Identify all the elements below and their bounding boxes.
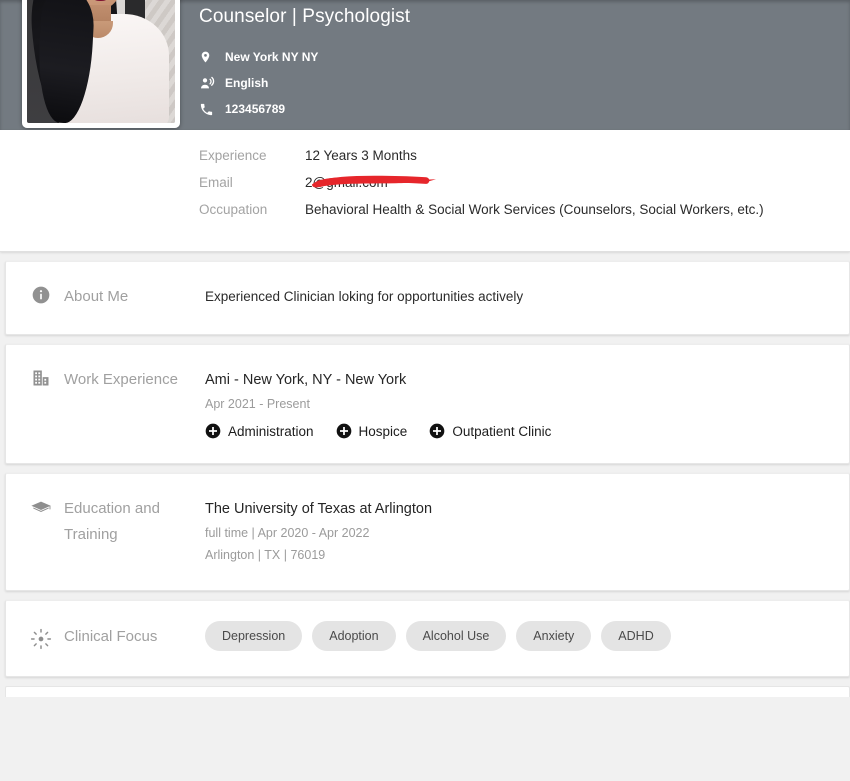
- detail-row-email: Email 2@gmail.com: [0, 175, 850, 202]
- about-me-head: About Me: [6, 284, 205, 310]
- profile-photo: [27, 0, 175, 123]
- next-section-card-peek: [5, 686, 850, 697]
- education-title-line1: Education and: [64, 500, 160, 517]
- about-me-title: About Me: [64, 288, 129, 305]
- work-experience-heading: Ami - New York, NY - New York: [205, 372, 407, 388]
- clinical-focus-chip[interactable]: Alcohol Use: [405, 621, 507, 651]
- header-meta-language: English: [199, 70, 850, 96]
- clinical-focus-content: Depression Adoption Alcohol Use Anxiety …: [205, 620, 849, 651]
- clinical-focus-card: Clinical Focus Depression Adoption Alcoh…: [5, 600, 850, 677]
- header-meta-location: New York NY NY: [199, 44, 850, 70]
- building-icon: [30, 367, 52, 388]
- header-phone-text: 123456789: [225, 102, 286, 116]
- education-content: The University of Texas at Arlington ful…: [205, 496, 849, 566]
- work-experience-card: Work Experience Ami - New York, NY - New…: [5, 344, 850, 464]
- clinical-focus-chip[interactable]: Depression: [205, 621, 303, 651]
- header-location-text: New York NY NY: [225, 50, 319, 64]
- work-experience-head: Work Experience: [6, 367, 205, 393]
- header-language-text: English: [225, 76, 269, 90]
- clinical-focus-chip[interactable]: Adoption: [312, 621, 396, 651]
- about-me-inner: About Me Experienced Clinician loking fo…: [6, 262, 849, 334]
- about-me-card: About Me Experienced Clinician loking fo…: [5, 261, 850, 335]
- detail-label-email: Email: [199, 175, 233, 190]
- sunburst-icon: [30, 620, 52, 650]
- education-dates: full time | Apr 2020 - Apr 2022: [205, 526, 370, 540]
- graduation-cap-icon: [30, 496, 52, 519]
- clinical-focus-chip[interactable]: ADHD: [601, 621, 671, 651]
- education-card: Education and Training The University of…: [5, 473, 850, 591]
- work-experience-tag-label: Administration: [228, 423, 314, 439]
- education-heading: The University of Texas at Arlington: [205, 501, 433, 517]
- clinical-focus-head: Clinical Focus: [6, 620, 205, 654]
- page-title: Counselor | Psychologist: [199, 6, 411, 27]
- work-experience-inner: Work Experience Ami - New York, NY - New…: [6, 345, 849, 463]
- work-experience-tag[interactable]: Administration: [205, 423, 314, 439]
- clinical-focus-chip[interactable]: Anxiety: [516, 621, 592, 651]
- education-title-line2: Training: [64, 526, 118, 543]
- plus-circle-icon: [336, 423, 352, 439]
- detail-label-occupation: Occupation: [199, 202, 268, 217]
- clinical-focus-title: Clinical Focus: [64, 628, 158, 645]
- education-inner: Education and Training The University of…: [6, 474, 849, 590]
- work-experience-tag-list: Administration Hospice Outpatient Clinic: [205, 423, 829, 439]
- header-info: Counselor | Psychologist New York NY NY: [199, 0, 850, 122]
- header-meta-phone: 123456789: [199, 96, 850, 122]
- plus-circle-icon: [429, 423, 445, 439]
- clinical-focus-inner: Clinical Focus Depression Adoption Alcoh…: [6, 601, 849, 676]
- profile-page: Counselor | Psychologist New York NY NY: [0, 0, 850, 781]
- work-experience-tag[interactable]: Outpatient Clinic: [429, 423, 551, 439]
- work-experience-dates: Apr 2021 - Present: [205, 397, 310, 411]
- phone-icon: [199, 102, 219, 117]
- language-speaking-icon: [199, 75, 219, 91]
- detail-value-email: 2@gmail.com: [305, 175, 436, 190]
- clinical-focus-chip-list: Depression Adoption Alcohol Use Anxiety …: [205, 620, 829, 651]
- avatar[interactable]: [22, 0, 180, 128]
- info-circle-icon: [30, 284, 52, 305]
- education-title: Education and Training: [64, 496, 160, 548]
- detail-email-text: 2@gmail.com: [305, 175, 388, 190]
- detail-row-experience: Experience 12 Years 3 Months: [0, 148, 850, 175]
- about-me-content: Experienced Clinician loking for opportu…: [205, 284, 849, 307]
- plus-circle-icon: [205, 423, 221, 439]
- detail-value-experience: 12 Years 3 Months: [305, 148, 417, 163]
- work-experience-tag[interactable]: Hospice: [336, 423, 408, 439]
- profile-details-card: Experience 12 Years 3 Months Email 2@gma…: [0, 130, 850, 252]
- education-location: Arlington | TX | 76019: [205, 548, 326, 562]
- about-me-text: Experienced Clinician loking for opportu…: [205, 289, 524, 304]
- detail-label-experience: Experience: [199, 148, 267, 163]
- profile-details-body: Experience 12 Years 3 Months Email 2@gma…: [0, 130, 850, 251]
- location-pin-icon: [199, 49, 219, 65]
- work-experience-title: Work Experience: [64, 371, 178, 388]
- work-experience-tag-label: Hospice: [358, 423, 408, 439]
- profile-header: Counselor | Psychologist New York NY NY: [0, 0, 850, 130]
- work-experience-tag-label: Outpatient Clinic: [452, 423, 552, 439]
- detail-row-occupation: Occupation Behavioral Health & Social Wo…: [0, 202, 850, 229]
- work-experience-content: Ami - New York, NY - New York Apr 2021 -…: [205, 367, 849, 439]
- detail-value-occupation: Behavioral Health & Social Work Services…: [305, 202, 764, 217]
- education-head: Education and Training: [6, 496, 205, 548]
